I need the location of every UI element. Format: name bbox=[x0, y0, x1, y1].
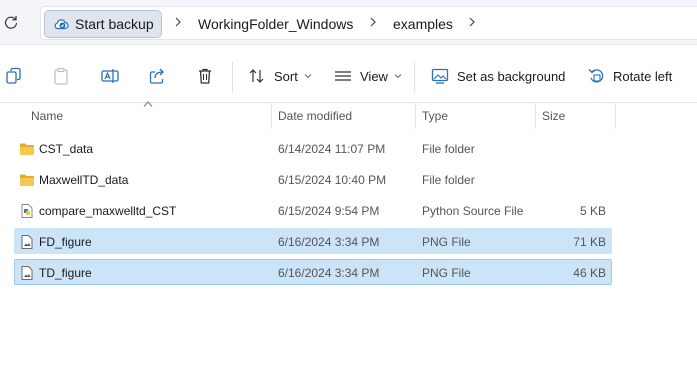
set-as-background-button[interactable]: Set as background bbox=[431, 66, 565, 86]
file-date-modified: 6/15/2024 9:54 PM bbox=[278, 204, 380, 218]
file-type: PNG File bbox=[422, 235, 471, 249]
root-location-chip[interactable]: Start backup bbox=[44, 10, 162, 38]
list-item[interactable]: compare_maxwelltd_CST 6/15/2024 9:54 PM … bbox=[14, 197, 612, 223]
file-type: File folder bbox=[422, 142, 475, 156]
file-size: 5 KB bbox=[579, 204, 606, 218]
column-divider[interactable] bbox=[271, 103, 272, 129]
rotate-left-button[interactable]: Rotate left bbox=[587, 66, 672, 86]
column-name[interactable]: Name bbox=[31, 109, 63, 123]
view-list-icon bbox=[335, 71, 351, 81]
file-size: 46 KB bbox=[573, 266, 606, 280]
png-file-icon bbox=[21, 235, 33, 249]
copy-icon[interactable] bbox=[4, 66, 24, 86]
file-name: TD_figure bbox=[39, 266, 92, 280]
file-name: compare_maxwelltd_CST bbox=[39, 204, 177, 218]
list-item[interactable]: MaxwellTD_data 6/15/2024 10:40 PM File f… bbox=[14, 166, 612, 192]
file-type: Python Source File bbox=[422, 204, 524, 218]
folder-icon bbox=[20, 143, 34, 155]
file-date-modified: 6/16/2024 3:34 PM bbox=[278, 235, 380, 249]
file-size: 71 KB bbox=[573, 235, 606, 249]
file-type: File folder bbox=[422, 173, 475, 187]
list-item[interactable]: CST_data 6/14/2024 11:07 PM File folder bbox=[14, 135, 612, 161]
column-size[interactable]: Size bbox=[542, 109, 565, 123]
cloud-backup-icon bbox=[54, 19, 69, 30]
column-header: Name Date modified Type Size bbox=[0, 101, 697, 129]
file-date-modified: 6/16/2024 3:34 PM bbox=[278, 266, 380, 280]
rotate-left-icon bbox=[588, 69, 604, 83]
view-label: View bbox=[360, 68, 388, 84]
sort-label: Sort bbox=[274, 68, 298, 84]
folder-icon bbox=[20, 174, 34, 186]
python-file-icon bbox=[21, 204, 33, 218]
png-file-icon bbox=[21, 266, 33, 280]
set-background-icon bbox=[431, 68, 449, 84]
column-divider[interactable] bbox=[615, 103, 616, 129]
breadcrumb-item-examples[interactable]: examples bbox=[393, 16, 453, 32]
file-date-modified: 6/15/2024 10:40 PM bbox=[278, 173, 387, 187]
view-button[interactable]: View bbox=[334, 66, 402, 86]
paste-icon[interactable] bbox=[51, 66, 71, 86]
breadcrumb-item-workingfolder[interactable]: WorkingFolder_Windows bbox=[198, 16, 353, 32]
command-bar: Sort View Set as background Rotate left bbox=[0, 48, 697, 103]
rotate-left-label: Rotate left bbox=[613, 68, 673, 84]
rename-icon[interactable] bbox=[100, 66, 120, 86]
sort-ascending-icon bbox=[143, 101, 153, 107]
file-date-modified: 6/14/2024 11:07 PM bbox=[278, 142, 386, 156]
chevron-right-icon[interactable] bbox=[467, 17, 477, 27]
refresh-icon[interactable] bbox=[3, 14, 19, 30]
column-divider[interactable] bbox=[535, 103, 536, 129]
sort-icon bbox=[249, 69, 264, 83]
set-background-label: Set as background bbox=[457, 68, 566, 84]
share-icon[interactable] bbox=[147, 66, 167, 86]
list-item[interactable]: TD_figure 6/16/2024 3:34 PM PNG File 46 … bbox=[14, 259, 612, 285]
column-type[interactable]: Type bbox=[422, 109, 448, 123]
sort-button[interactable]: Sort bbox=[248, 66, 312, 86]
file-name: CST_data bbox=[39, 142, 94, 156]
chevron-right-icon[interactable] bbox=[368, 17, 378, 27]
delete-icon[interactable] bbox=[195, 66, 215, 86]
file-name: MaxwellTD_data bbox=[39, 173, 129, 187]
root-location-label: Start backup bbox=[75, 16, 154, 32]
file-type: PNG File bbox=[422, 266, 471, 280]
column-divider[interactable] bbox=[415, 103, 416, 129]
chevron-right-icon[interactable] bbox=[173, 17, 183, 27]
toolbar-divider bbox=[232, 62, 233, 92]
list-item[interactable]: FD_figure 6/16/2024 3:34 PM PNG File 71 … bbox=[14, 228, 612, 254]
chevron-down-icon bbox=[304, 74, 312, 79]
toolbar-divider bbox=[414, 62, 415, 92]
chevron-down-icon bbox=[394, 74, 402, 79]
file-name: FD_figure bbox=[39, 235, 92, 249]
address-bar: Start backup WorkingFolder_Windows examp… bbox=[0, 0, 697, 45]
column-date-modified[interactable]: Date modified bbox=[278, 109, 352, 123]
